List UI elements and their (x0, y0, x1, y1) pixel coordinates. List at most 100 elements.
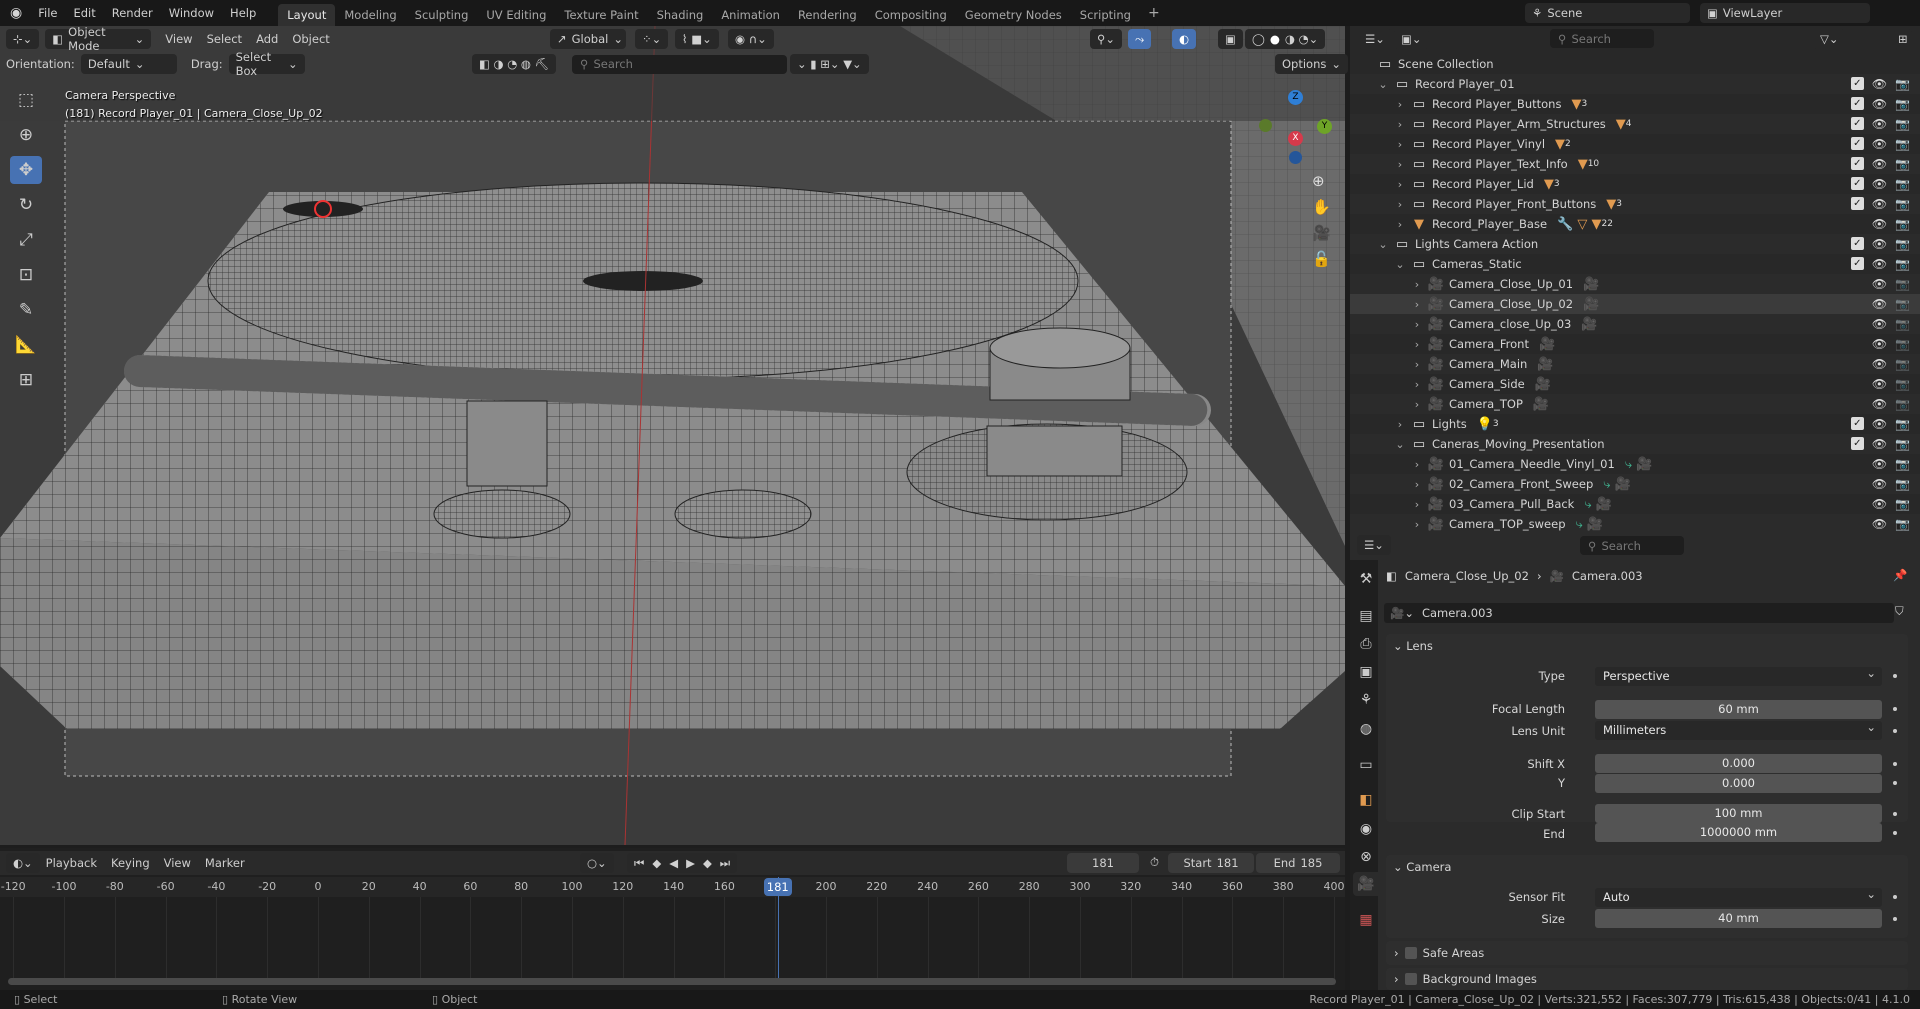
outliner-row[interactable]: › ▭ Record Player_Lid ▼ 3 ✓ 👁 📷 (1350, 174, 1920, 194)
outliner-item-name[interactable]: Camera_Side (1449, 377, 1525, 391)
viewport-search[interactable]: ⚲ Search (572, 54, 787, 74)
properties-editor-type[interactable]: ☰⌄ (1357, 535, 1391, 555)
eye-icon[interactable]: 👁 (1872, 357, 1887, 371)
outliner-data-badge-icon[interactable]: ▼ (1571, 97, 1581, 112)
outliner-data-badge-icon[interactable]: 🎥 (1581, 317, 1597, 332)
menu-edit[interactable]: Edit (65, 6, 103, 20)
eye-icon[interactable]: 👁 (1872, 297, 1887, 311)
render-camera-icon[interactable]: 📷 (1895, 357, 1910, 371)
gizmo-toggle[interactable]: ⤳ (1128, 29, 1152, 49)
outliner-data-badge-icon[interactable]: ⤷ 🎥 (1625, 457, 1653, 472)
sensor-fit-dropdown[interactable]: Auto (1595, 885, 1882, 907)
collapse-chevron-icon[interactable]: ⌄ (1377, 238, 1389, 251)
exclude-checkbox[interactable] (1851, 497, 1864, 510)
properties-search[interactable]: ⚲ Search (1580, 536, 1684, 555)
exclude-checkbox[interactable]: ✓ (1850, 437, 1864, 450)
timeline-menu-view[interactable]: View (164, 856, 191, 870)
outliner-data-badge-icon[interactable]: 💡 (1477, 417, 1493, 432)
eye-icon[interactable]: 👁 (1872, 517, 1887, 531)
outliner-item-name[interactable]: Camera_close_Up_03 (1449, 317, 1571, 331)
eye-icon[interactable]: 👁 (1872, 497, 1887, 511)
render-camera-icon[interactable]: 📷 (1895, 337, 1910, 351)
zoom-icon[interactable]: ⊕ (1312, 172, 1331, 190)
outliner-data-badge-icon[interactable]: ▼ (1555, 137, 1565, 152)
expand-chevron-icon[interactable]: › (1411, 358, 1423, 371)
exclude-checkbox[interactable] (1851, 217, 1864, 230)
animate-property-dot[interactable] (1893, 812, 1897, 816)
safe-areas-checkbox[interactable] (1404, 947, 1417, 959)
options-button[interactable]: Options ⌄ (1275, 54, 1349, 74)
navigation-gizmo[interactable]: Z Y X (1255, 88, 1335, 168)
render-camera-icon[interactable]: 📷 (1895, 117, 1910, 131)
outliner-item-name[interactable]: Record Player_Front_Buttons (1432, 197, 1596, 211)
exclude-checkbox[interactable] (1851, 277, 1864, 290)
eye-icon[interactable]: 👁 (1872, 77, 1887, 91)
outliner-item-name[interactable]: Lights Camera Action (1415, 237, 1538, 251)
viewport-menu-view[interactable]: View (165, 32, 192, 46)
timeline-editor-type[interactable]: ◐⌄ (6, 853, 40, 873)
animate-property-dot[interactable] (1893, 729, 1897, 733)
eye-icon[interactable]: 👁 (1872, 237, 1887, 251)
animate-property-dot[interactable] (1893, 895, 1897, 899)
outliner-data-badge-icon[interactable]: 🎥 (1533, 397, 1549, 412)
physics-tab-icon[interactable]: ◉ (1353, 817, 1379, 841)
outliner-row[interactable]: › ▼ Record_Player_Base 🔧 ▽ ▼ 22 👁 📷 (1350, 214, 1920, 234)
exclude-checkbox[interactable]: ✓ (1850, 137, 1864, 150)
viewport-menu-add[interactable]: Add (256, 32, 278, 46)
outliner-row[interactable]: › ▭ Record Player_Vinyl ▼ 2 ✓ 👁 📷 (1350, 134, 1920, 154)
outliner-row[interactable]: › 🎥 03_Camera_Pull_Back ⤷ 🎥 👁 📷 (1350, 494, 1920, 514)
animate-property-dot[interactable] (1893, 707, 1897, 711)
expand-chevron-icon[interactable]: › (1411, 478, 1423, 491)
outliner-item-name[interactable]: 01_Camera_Needle_Vinyl_01 (1449, 457, 1615, 471)
render-camera-icon[interactable]: 📷 (1895, 197, 1910, 211)
eye-icon[interactable]: 👁 (1872, 417, 1887, 431)
background-images-checkbox[interactable] (1404, 973, 1417, 985)
exclude-checkbox[interactable] (1851, 357, 1864, 370)
camera-datablock-field[interactable]: 🎥⌄ Camera.003 (1384, 603, 1894, 623)
outliner-data-badge-icon[interactable]: ▼ (1616, 117, 1626, 132)
view-layer-tab-icon[interactable]: ▣ (1353, 660, 1379, 684)
camera-data-tab-icon[interactable]: 🎥 (1353, 872, 1379, 896)
eye-icon[interactable]: 👁 (1872, 317, 1887, 331)
rotate-tool-icon[interactable]: ↻ (10, 191, 42, 219)
outliner-row[interactable]: › ▭ Record Player_Arm_Structures ▼ 4 ✓ 👁 📷 (1350, 114, 1920, 134)
scale-tool-icon[interactable]: ⤢ (10, 226, 42, 254)
overlay-toggle[interactable]: ◐ (1172, 29, 1197, 49)
menu-help[interactable]: Help (222, 6, 264, 20)
outliner-item-name[interactable]: Cameras_Static (1432, 257, 1522, 271)
exclude-checkbox[interactable] (1851, 337, 1864, 350)
eye-icon[interactable]: 👁 (1872, 137, 1887, 151)
expand-chevron-icon[interactable]: › (1411, 278, 1423, 291)
timeline-menu-marker[interactable]: Marker (205, 856, 245, 870)
render-camera-icon[interactable]: 📷 (1895, 297, 1910, 311)
outliner-row[interactable]: › 🎥 Camera_TOP_sweep ⤷ 🎥 👁 📷 (1350, 514, 1920, 534)
pivot-button[interactable]: ⁘⌄ (635, 29, 669, 49)
animate-property-dot[interactable] (1893, 831, 1897, 835)
outliner-filter-layer[interactable]: ▣⌄ (1394, 29, 1429, 49)
constraints-tab-icon[interactable]: ⊗ (1353, 845, 1379, 869)
pan-hand-icon[interactable]: ✋ (1312, 198, 1331, 216)
workspace-tab-rendering[interactable]: Rendering (789, 4, 866, 26)
gizmo-y[interactable]: Y (1317, 119, 1332, 134)
playback-controls[interactable]: ⏮ ◆ ◀ ▶ ◆ ⏭ (627, 853, 738, 873)
gizmo-x[interactable]: X (1288, 131, 1303, 146)
eye-icon[interactable]: 👁 (1872, 457, 1887, 471)
outliner-row[interactable]: › 🎥 01_Camera_Needle_Vinyl_01 ⤷ 🎥 👁 📷 (1350, 454, 1920, 474)
expand-chevron-icon[interactable]: › (1411, 398, 1423, 411)
transform-orientation-selector[interactable]: ↗ Global ⌄ (550, 29, 626, 49)
exclude-checkbox[interactable] (1851, 377, 1864, 390)
exclude-checkbox[interactable]: ✓ (1850, 257, 1864, 270)
object-type-filter[interactable]: ◧ ◑ ◔ ◍ ⛏ (472, 54, 557, 74)
timeline-ruler[interactable]: -120 -100 -80 -60 -40 -20 0 20 40 60 80 100 120 140 16… (0, 877, 1345, 985)
exclude-checkbox[interactable] (1851, 457, 1864, 470)
preview-range-icon[interactable]: ⏱ (1150, 855, 1159, 870)
eye-icon[interactable]: 👁 (1872, 177, 1887, 191)
auto-keying-button[interactable]: ○⌄ (580, 853, 614, 873)
expand-chevron-icon[interactable]: › (1394, 98, 1406, 111)
expand-chevron-icon[interactable]: › (1394, 118, 1406, 131)
outliner-row[interactable]: ⌄ ▭ Lights Camera Action ✓ 👁 📷 (1350, 234, 1920, 254)
transform-tool-icon[interactable]: ⊡ (10, 261, 42, 289)
eye-icon[interactable]: 👁 (1872, 277, 1887, 291)
drag-selector[interactable]: Select Box ⌄ (228, 50, 305, 78)
texture-tab-icon[interactable]: ▦ (1353, 908, 1379, 932)
